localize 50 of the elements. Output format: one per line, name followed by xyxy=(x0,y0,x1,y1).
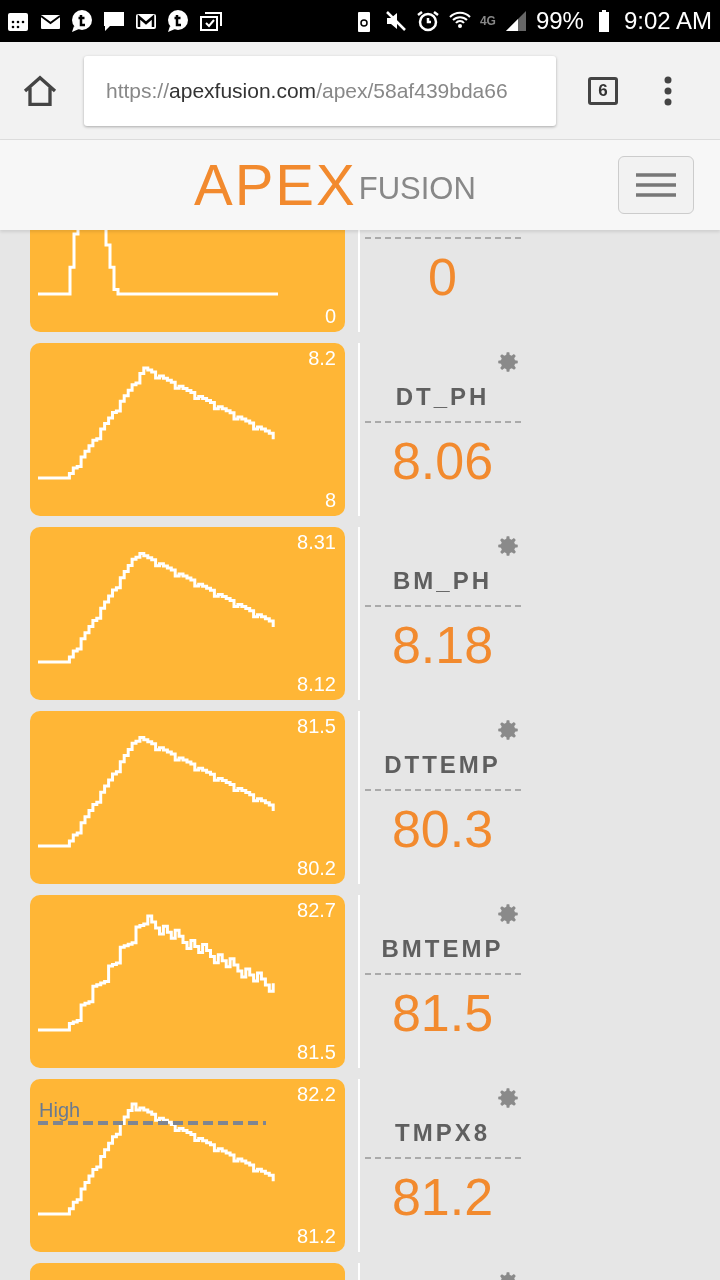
probe-value: 80.3 xyxy=(391,799,494,859)
menu-button[interactable] xyxy=(618,156,694,214)
clock: 9:02 AM xyxy=(623,7,712,35)
min-value: 80.2 xyxy=(297,857,336,880)
chart-card[interactable]: 8.31 8.12 xyxy=(30,527,345,700)
max-value: 8.31 xyxy=(297,531,336,554)
min-value: 81.5 xyxy=(297,1041,336,1064)
probe-value: 0 xyxy=(428,247,457,307)
gear-icon[interactable] xyxy=(495,1085,521,1111)
clipboard-check-icon xyxy=(198,9,222,33)
probe-name: DTTEMP xyxy=(384,751,501,778)
chart-card[interactable]: High 82.2 81.2 xyxy=(30,1079,345,1252)
probe-name: BMTEMP xyxy=(381,935,504,962)
logo-subtext: FUSION xyxy=(358,173,476,204)
gear-icon[interactable] xyxy=(495,349,521,375)
menu-icon xyxy=(636,172,676,198)
tab-count-button[interactable]: 6 xyxy=(588,76,618,105)
gear-icon[interactable] xyxy=(495,901,521,927)
probe-name: DT_PH xyxy=(395,383,490,410)
message-icon xyxy=(102,9,126,33)
max-value: 81.5 xyxy=(297,715,336,738)
mute-icon xyxy=(383,9,408,33)
gear-icon[interactable] xyxy=(495,717,521,743)
min-value: 8 xyxy=(324,489,336,512)
max-value: 8.2 xyxy=(308,347,336,370)
probe-value: 8.18 xyxy=(391,615,494,675)
chat-bubble-icon xyxy=(70,9,94,33)
battery-level: 99% xyxy=(535,7,584,35)
network-type: 4G xyxy=(479,14,496,28)
probe-value: 81.2 xyxy=(391,1167,494,1227)
max-value: 82.2 xyxy=(297,1083,336,1106)
address-bar[interactable]: https://apexfusion.com/apex/58af439bda66 xyxy=(84,55,556,126)
threshold-label: High xyxy=(39,1099,81,1122)
min-value: 81.2 xyxy=(297,1225,336,1248)
probe-value: 8.06 xyxy=(391,431,494,491)
chart-card[interactable]: 8.2 8 xyxy=(30,343,345,516)
probe-value: 81.5 xyxy=(391,983,494,1043)
logo-text: APEX xyxy=(194,156,357,214)
chart-card[interactable]: 82.7 81.5 xyxy=(30,895,345,1068)
max-value: 82.7 xyxy=(297,899,336,922)
chat-bubble-icon xyxy=(166,9,190,33)
chart-card[interactable]: 81.5 80.2 xyxy=(30,711,345,884)
probe-name: TMPX8 xyxy=(395,1119,490,1146)
chart-card[interactable]: 0 xyxy=(30,230,345,332)
alarm-icon xyxy=(415,9,440,33)
more-menu-icon[interactable] xyxy=(664,75,672,106)
min-value: 8.12 xyxy=(297,673,336,696)
probe-name: BM_PH xyxy=(393,567,492,594)
min-value: 0 xyxy=(324,305,336,328)
gear-icon[interactable] xyxy=(495,533,521,559)
